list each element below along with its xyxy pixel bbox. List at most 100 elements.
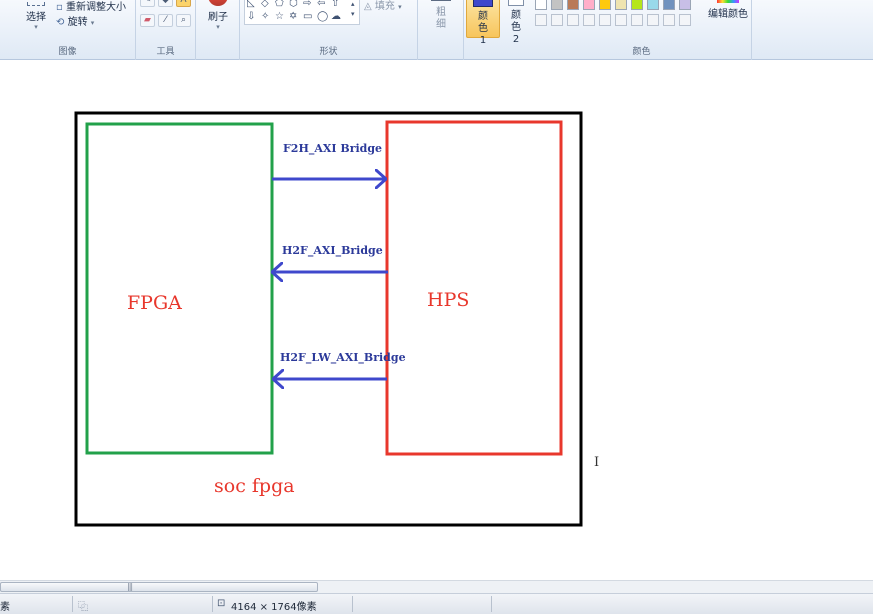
left-arrow-shape-icon[interactable]: ⇦	[317, 0, 325, 9]
resize-icon: ▫	[56, 2, 63, 13]
image-group-label: 图像	[58, 47, 77, 57]
brush-label: 刷子	[208, 12, 228, 23]
palette-swatch-empty[interactable]	[647, 14, 659, 26]
canvas-size-icon: ⊡	[217, 598, 226, 609]
canvas-dimensions: 4164 × 1764像素	[231, 602, 317, 613]
select-dropdown-icon: ▾	[34, 23, 38, 31]
brush-button[interactable]: 刷子 ▾	[204, 0, 232, 31]
six-point-star-shape-icon[interactable]: ✡	[289, 12, 297, 22]
cloud-callout-shape-icon[interactable]: ☁	[331, 12, 341, 22]
fill-bucket-icon[interactable]: ◆	[158, 0, 173, 7]
paint-window: 选择 ▾ ▫ 重新调整大小 ⟲ 旋转 ▾ 图像 ✎ ◆ A ▰ ⁄ ⌕ 工具 刷…	[0, 0, 873, 614]
selection-size-icon: ⿻	[78, 602, 88, 613]
ribbon-toolbar: 选择 ▾ ▫ 重新调整大小 ⟲ 旋转 ▾ 图像 ✎ ◆ A ▰ ⁄ ⌕ 工具 刷…	[0, 0, 873, 60]
color1-button[interactable]: 颜色 1	[466, 0, 500, 46]
palette-swatch-empty[interactable]	[551, 14, 563, 26]
h2f-bridge-label: H2F_AXI_Bridge	[282, 244, 383, 258]
rotate-dropdown-icon: ▾	[90, 19, 95, 27]
scrollbar-grip-icon: |||	[127, 582, 133, 591]
tools-group-label: 工具	[156, 47, 175, 57]
palette-swatch[interactable]	[647, 0, 659, 10]
brush-icon	[208, 0, 228, 6]
rotate-icon: ⟲	[56, 17, 65, 28]
drawing-canvas[interactable]: F2H_AXI Bridge H2F_AXI_Bridge H2F_LW_AXI…	[0, 61, 873, 580]
status-separator	[352, 596, 353, 612]
palette-swatch-empty[interactable]	[535, 14, 547, 26]
oval-callout-shape-icon[interactable]: ◯	[317, 12, 328, 22]
brush-dropdown-icon: ▾	[216, 23, 220, 31]
color1-label: 颜色 1	[478, 11, 488, 46]
palette-swatch[interactable]	[551, 0, 563, 10]
status-separator	[212, 596, 213, 612]
size-label: 粗细	[436, 7, 446, 30]
magnifier-icon[interactable]: ⌕	[176, 14, 191, 27]
palette-swatch[interactable]	[599, 0, 611, 10]
text-tool-icon[interactable]: A	[176, 0, 191, 7]
hexagon-shape-icon[interactable]: ⬡	[289, 0, 298, 9]
color-picker-icon[interactable]: ⁄	[158, 14, 173, 27]
fill-button[interactable]: ◬ 填充 ▾	[364, 0, 402, 12]
fill-dropdown-icon: ▾	[398, 3, 402, 11]
soc-diagram: F2H_AXI Bridge H2F_AXI_Bridge H2F_LW_AXI…	[74, 111, 583, 527]
resize-label: 重新调整大小	[65, 2, 126, 13]
palette-swatch[interactable]	[679, 0, 691, 10]
color1-swatch	[473, 0, 493, 7]
status-separator	[72, 596, 73, 612]
palette-swatch[interactable]	[567, 0, 579, 10]
colors-group-label: 颜色	[632, 47, 651, 57]
palette-swatch-empty[interactable]	[583, 14, 595, 26]
eraser-icon[interactable]: ▰	[140, 14, 155, 27]
status-bar: 素 ⿻ ⊡ 4164 × 1764像素	[0, 593, 873, 614]
rotate-label: 旋转	[67, 17, 88, 28]
resize-button[interactable]: ▫ 重新调整大小	[56, 0, 126, 13]
down-arrow-shape-icon[interactable]: ⇩	[247, 12, 255, 22]
five-point-star-shape-icon[interactable]: ☆	[275, 12, 284, 22]
pentagon-shape-icon[interactable]: ⬠	[275, 0, 284, 9]
color2-swatch	[508, 0, 524, 6]
four-point-star-shape-icon[interactable]: ✧	[261, 12, 269, 22]
gallery-scroll-icon[interactable]: ▴ ▾	[351, 0, 355, 19]
palette-swatch[interactable]	[615, 0, 627, 10]
right-arrow-shape-icon[interactable]: ⇨	[303, 0, 311, 9]
shapes-gallery[interactable]: ◺ ◇ ⬠ ⬡ ⇨ ⇦ ⇧ ⇩ ✧ ☆ ✡ ▭ ◯ ☁ ▴ ▾	[244, 0, 360, 25]
palette-swatch-empty[interactable]	[679, 14, 691, 26]
size-lines-icon	[431, 0, 451, 1]
edit-colors-icon	[717, 0, 739, 3]
palette-swatch-empty[interactable]	[567, 14, 579, 26]
brush-group: 刷子 ▾	[196, 0, 240, 60]
status-left-text: 素	[0, 602, 10, 613]
palette-swatch-empty[interactable]	[631, 14, 643, 26]
shapes-group: ◺ ◇ ⬠ ⬡ ⇨ ⇦ ⇧ ⇩ ✧ ☆ ✡ ▭ ◯ ☁ ▴ ▾ ◬ 填充 ▾ 形…	[240, 0, 418, 60]
soc-fpga-caption: soc fpga	[214, 475, 295, 497]
palette-swatch[interactable]	[535, 0, 547, 10]
soc-outer-box	[74, 111, 583, 527]
rect-callout-shape-icon[interactable]: ▭	[303, 12, 312, 22]
shapes-group-label: 形状	[319, 47, 338, 57]
palette-swatch-empty[interactable]	[663, 14, 675, 26]
palette-swatch-empty[interactable]	[615, 14, 627, 26]
palette-swatch[interactable]	[583, 0, 595, 10]
up-arrow-shape-icon[interactable]: ⇧	[331, 0, 339, 9]
edit-colors-label: 编辑颜色	[708, 9, 748, 20]
pencil-icon[interactable]: ✎	[140, 0, 155, 7]
palette-swatch-empty[interactable]	[599, 14, 611, 26]
palette-swatch[interactable]	[631, 0, 643, 10]
f2h-bridge-label: F2H_AXI Bridge	[283, 142, 382, 156]
hps-box	[385, 120, 563, 456]
rotate-button[interactable]: ⟲ 旋转 ▾	[56, 13, 94, 28]
horizontal-scrollbar[interactable]: |||	[0, 580, 873, 593]
color2-button[interactable]: 颜色 2	[502, 0, 530, 45]
hps-label: HPS	[427, 289, 469, 311]
palette-swatch[interactable]	[663, 0, 675, 10]
edit-colors-button[interactable]: 编辑颜色	[708, 0, 748, 20]
diamond-shape-icon[interactable]: ◇	[261, 0, 269, 9]
image-group: 选择 ▾ ▫ 重新调整大小 ⟲ 旋转 ▾ 图像	[0, 0, 136, 60]
h2f-lw-bridge-label: H2F_LW_AXI_Bridge	[280, 351, 406, 365]
tools-group: ✎ ◆ A ▰ ⁄ ⌕ 工具	[136, 0, 196, 60]
size-button[interactable]: 粗细	[430, 0, 452, 31]
scrollbar-thumb[interactable]: |||	[0, 582, 318, 592]
select-button[interactable]: 选择 ▾	[22, 2, 50, 31]
color2-label: 颜色 2	[511, 10, 521, 45]
select-icon	[27, 2, 45, 6]
triangle-shape-icon[interactable]: ◺	[247, 0, 255, 9]
